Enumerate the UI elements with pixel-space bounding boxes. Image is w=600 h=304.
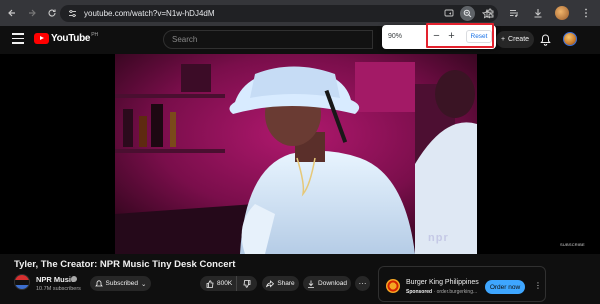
video-letterbox-left (0, 54, 115, 254)
order-now-button[interactable]: Order now (485, 280, 525, 294)
like-button[interactable]: 800K (200, 276, 237, 291)
extensions-icon[interactable] (482, 5, 498, 21)
media-icon[interactable] (506, 5, 522, 21)
like-dislike-group: 800K (200, 276, 257, 291)
annotation-highlight-box (426, 23, 494, 48)
site-info-icon[interactable] (66, 8, 78, 20)
channel-name[interactable]: NPR Music (36, 275, 75, 284)
download-icon[interactable] (530, 5, 546, 21)
download-arrow-icon (308, 280, 315, 288)
like-count: 800K (217, 280, 233, 287)
create-button[interactable]: + Create (496, 31, 534, 48)
video-title: Tyler, The Creator: NPR Music Tiny Desk … (14, 259, 236, 270)
reload-icon[interactable] (44, 5, 60, 21)
notifications-bell-icon[interactable] (540, 34, 551, 46)
chevron-down-icon: ⌄ (141, 280, 147, 288)
subscriber-count: 10.7M subscribers (36, 286, 81, 292)
search-box[interactable] (163, 30, 373, 49)
youtube-logo[interactable]: YouTube PH (34, 32, 98, 44)
thumbs-down-icon (243, 279, 251, 288)
cast-icon[interactable] (441, 6, 456, 21)
back-icon[interactable] (4, 5, 20, 21)
ad-title: Burger King Philippines (406, 279, 479, 286)
zoom-icon[interactable] (460, 6, 475, 21)
share-icon (266, 279, 275, 288)
channel-avatar[interactable] (14, 274, 30, 290)
download-button[interactable]: Download (303, 276, 351, 291)
profile-avatar[interactable] (554, 5, 570, 21)
subscribe-watermark[interactable]: SUBSCRIBE (560, 242, 585, 247)
thumbs-up-icon (206, 279, 214, 288)
burger-king-logo (386, 279, 400, 293)
video-scene-image (115, 54, 477, 254)
npr-watermark: npr (428, 232, 449, 244)
dislike-button[interactable] (237, 279, 257, 288)
more-actions-button[interactable]: ··· (355, 276, 370, 291)
youtube-play-icon (34, 33, 49, 44)
hamburger-menu-icon[interactable] (12, 33, 24, 45)
forward-icon[interactable] (24, 5, 40, 21)
search-input[interactable] (172, 35, 372, 44)
plus-icon: + (500, 36, 506, 43)
subscribed-button[interactable]: Subscribed ⌄ (90, 276, 151, 291)
video-player[interactable]: npr SUBSCRIBE (0, 54, 600, 254)
verified-icon (71, 276, 77, 282)
zoom-level: 90% (388, 33, 403, 40)
menu-icon[interactable] (578, 5, 594, 21)
video-frame[interactable] (115, 54, 477, 254)
ad-subtitle: Sponsored · order.burgerking... (406, 289, 478, 295)
browser-toolbar: youtube.com/watch?v=N1w-hDJ4dM (0, 0, 600, 26)
youtube-header: YouTube PH + Create (0, 26, 600, 54)
account-avatar[interactable] (563, 32, 577, 46)
share-button[interactable]: Share (262, 276, 299, 291)
ad-more-icon[interactable]: ⋮ (534, 281, 542, 290)
url-text: youtube.com/watch?v=N1w-hDJ4dM (84, 9, 215, 18)
sponsored-ad-card[interactable]: Burger King Philippines Sponsored · orde… (378, 266, 546, 302)
bell-icon (94, 279, 103, 286)
address-bar[interactable]: youtube.com/watch?v=N1w-hDJ4dM (60, 5, 498, 22)
